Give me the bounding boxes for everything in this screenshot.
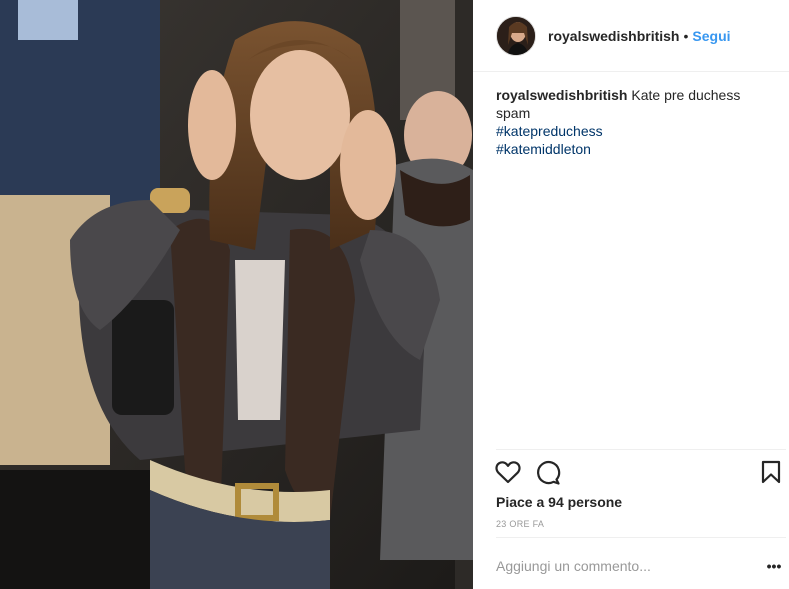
- comment-divider: [496, 537, 786, 538]
- comment-bubble-icon[interactable]: [535, 460, 561, 491]
- hashtag-link[interactable]: #katemiddleton: [496, 140, 776, 158]
- post-caption: royalswedishbritish Kate pre duchess spa…: [496, 86, 776, 158]
- likes-suffix: persone: [567, 494, 623, 510]
- more-options-button[interactable]: •••: [763, 556, 785, 576]
- post-timestamp[interactable]: 23 ORE FA: [496, 519, 544, 529]
- photo-illustration: [0, 0, 473, 589]
- hashtag-link[interactable]: #katepreduchess: [496, 122, 776, 140]
- follow-button[interactable]: Segui: [692, 28, 730, 44]
- avatar[interactable]: [496, 15, 536, 56]
- likes-number: 94: [548, 494, 564, 510]
- likes-prefix: Piace a: [496, 494, 545, 510]
- caption-username[interactable]: royalswedishbritish: [496, 87, 627, 103]
- bookmark-icon[interactable]: [761, 460, 781, 489]
- ellipsis-icon: •••: [766, 558, 782, 574]
- avatar-image: [497, 16, 535, 55]
- post-sidebar: royalswedishbritish • Segui royalswedish…: [473, 0, 789, 589]
- comment-input[interactable]: [496, 556, 746, 576]
- likes-count[interactable]: Piace a 94 persone: [496, 494, 622, 510]
- post-header: royalswedishbritish • Segui: [473, 0, 789, 72]
- header-separator: •: [683, 27, 689, 44]
- actions-divider: [496, 449, 786, 450]
- post-photo[interactable]: [0, 0, 473, 589]
- heart-icon[interactable]: [495, 460, 521, 489]
- header-username[interactable]: royalswedishbritish: [548, 28, 679, 44]
